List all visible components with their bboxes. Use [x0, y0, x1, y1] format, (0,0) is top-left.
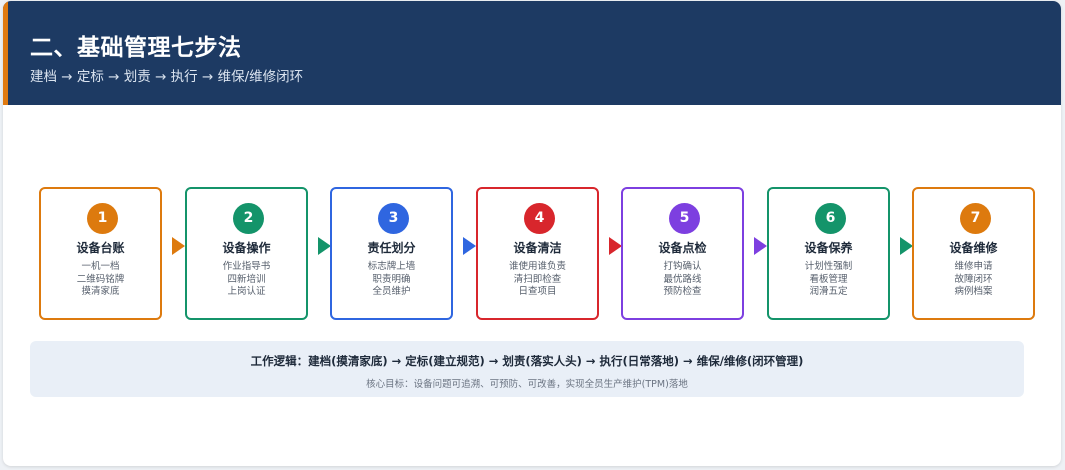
step-detail-line: 看板管理: [809, 273, 848, 285]
step-card-7: 7 设备维修维修申请 故障闭环 病例档案: [912, 187, 1035, 320]
flow-arrow-icon: [172, 237, 185, 255]
step-detail-line: 清扫即检查: [513, 273, 562, 285]
step-title: 责任划分: [367, 241, 416, 255]
step-detail-line: 病例档案: [954, 286, 993, 297]
step-title: 设备点检: [658, 241, 707, 255]
step-number-badge: 2: [233, 203, 264, 234]
page-subtitle: 建档 → 定标 → 划责 → 执行 → 维保/维修闭环: [30, 69, 304, 85]
step-card-5: 5 设备点检打钩确认 最优路线 预防检查: [621, 187, 744, 320]
work-logic-box: 工作逻辑：建档(摸清家底) → 定标(建立规范) → 划责(落实人头) → 执行…: [30, 341, 1024, 397]
step-detail-line: 最优路线: [663, 273, 702, 285]
work-logic-text: 工作逻辑：建档(摸清家底) → 定标(建立规范) → 划责(落实人头) → 执行…: [250, 354, 804, 368]
step-number-badge: 4: [524, 203, 555, 234]
step-detail-line: 预防检查: [663, 286, 702, 297]
page-title: 二、基础管理七步法: [30, 35, 242, 61]
step-details: 打钩确认 最优路线 预防检查: [623, 261, 742, 299]
step-details: 谁使用谁负责 清扫即检查 日查项目: [478, 261, 597, 299]
step-detail-line: 计划性强制: [804, 261, 853, 272]
step-details: 作业指导书 四新培训 上岗认证: [187, 261, 306, 299]
step-detail-line: 谁使用谁负责: [508, 261, 566, 272]
step-detail-line: 润滑五定: [809, 286, 848, 297]
step-card-3: 3 责任划分标志牌上墙 职责明确 全员维护: [330, 187, 453, 320]
step-detail-line: 打钩确认: [663, 261, 702, 272]
step-card-4: 4 设备清洁谁使用谁负责 清扫即检查 日查项目: [476, 187, 599, 320]
step-detail-line: 四新培训: [227, 273, 266, 285]
step-details: 维修申请 故障闭环 病例档案: [914, 261, 1033, 299]
step-title: 设备维修: [949, 241, 998, 255]
step-detail-line: 上岗认证: [227, 286, 266, 297]
step-number-badge: 3: [378, 203, 409, 234]
step-title: 设备保养: [804, 241, 853, 255]
main-card: 二、基础管理七步法 建档 → 定标 → 划责 → 执行 → 维保/维修闭环 1 设…: [3, 1, 1061, 466]
flow-arrow-icon: [754, 237, 767, 255]
header-accent-bar: [3, 1, 8, 105]
step-detail-line: 全员维护: [372, 286, 411, 297]
flow-arrow-icon: [463, 237, 476, 255]
step-detail-line: 二维码铭牌: [76, 273, 125, 285]
step-number-badge: 7: [960, 203, 991, 234]
step-detail-line: 摸清家底: [81, 286, 120, 297]
step-detail-line: 一机一档: [81, 261, 120, 272]
step-card-2: 2 设备操作作业指导书 四新培训 上岗认证: [185, 187, 308, 320]
step-card-1: 1 设备台账一机一档 二维码铭牌 摸清家底: [39, 187, 162, 320]
step-number-badge: 1: [87, 203, 118, 234]
core-goal-text: 核心目标：设备问题可追溯、可预防、可改善，实现全员生产维护(TPM)落地: [366, 379, 688, 390]
step-card-6: 6 设备保养计划性强制 看板管理 润滑五定: [767, 187, 890, 320]
step-title: 设备台账: [76, 241, 125, 255]
step-detail-line: 标志牌上墙: [367, 261, 416, 272]
step-title: 设备操作: [222, 241, 271, 255]
step-detail-line: 维修申请: [954, 261, 993, 272]
step-detail-line: 日查项目: [518, 286, 557, 297]
step-details: 计划性强制 看板管理 润滑五定: [769, 261, 888, 299]
step-details: 一机一档 二维码铭牌 摸清家底: [41, 261, 160, 299]
step-number-badge: 5: [669, 203, 700, 234]
step-number-badge: 6: [815, 203, 846, 234]
header-banner: 二、基础管理七步法 建档 → 定标 → 划责 → 执行 → 维保/维修闭环: [3, 1, 1061, 105]
step-detail-line: 故障闭环: [954, 273, 993, 285]
step-detail-line: 职责明确: [372, 273, 411, 285]
step-detail-line: 作业指导书: [222, 261, 271, 272]
step-title: 设备清洁: [513, 241, 562, 255]
step-details: 标志牌上墙 职责明确 全员维护: [332, 261, 451, 299]
